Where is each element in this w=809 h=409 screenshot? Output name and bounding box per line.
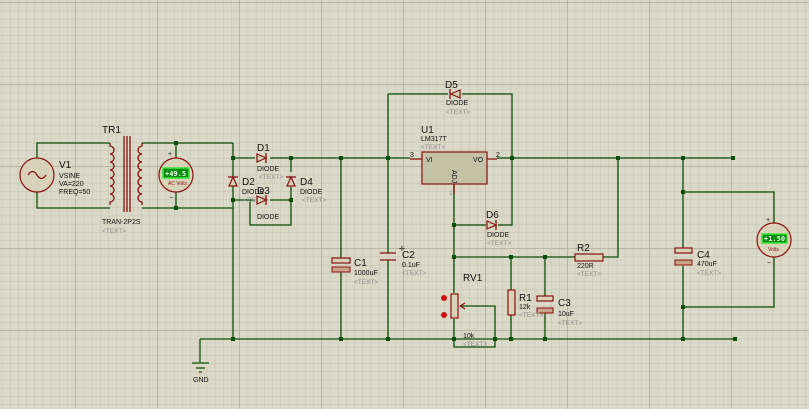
ref-label: D4 (300, 177, 313, 188)
ref-label: D6 (486, 210, 499, 221)
value-label: DIODE (487, 232, 510, 239)
text-placeholder: <TEXT> (402, 270, 426, 277)
text-placeholder: <TEXT> (463, 341, 487, 348)
value-label: DIODE (446, 100, 469, 107)
schematic-canvas[interactable]: V1 VSINE VA=220 FREQ=50 TR1 TRAN-2P2S <T… (0, 0, 809, 409)
plus-sign: + (766, 217, 770, 224)
pin-label: VO (473, 157, 484, 164)
text-placeholder: <TEXT> (102, 228, 126, 235)
pin-number: 2 (496, 152, 500, 159)
text-placeholder: <TEXT> (421, 144, 445, 151)
text-placeholder: <TEXT> (577, 271, 601, 278)
ref-label: RV1 (463, 273, 483, 284)
value-label: 0.1uF (402, 262, 420, 269)
pin-label: ADJ (450, 170, 457, 183)
increase-button[interactable] (441, 295, 447, 301)
minus-sign: − (767, 260, 771, 267)
decrease-button[interactable] (441, 312, 447, 318)
value-label: VA=220 (59, 181, 84, 188)
value-label: DIODE (300, 189, 323, 196)
plus-sign: + (168, 151, 172, 158)
meter-unit: AC Volts (168, 181, 188, 187)
ref-label: C2 (402, 250, 415, 261)
text-placeholder: <TEXT> (487, 240, 511, 247)
ref-label: C4 (697, 250, 710, 261)
text-placeholder: <TEXT> (302, 197, 326, 204)
text-placeholder: <TEXT> (697, 270, 721, 277)
ref-label: U1 (421, 125, 434, 136)
text-placeholder: <TEXT> (558, 320, 582, 327)
value-label: DIODE (257, 166, 280, 173)
value-label: TRAN-2P2S (102, 219, 141, 226)
text-placeholder: <TEXT> (354, 279, 378, 286)
ref-label: D1 (257, 143, 270, 154)
ref-label: D2 (242, 177, 255, 188)
value-label: LM317T (421, 136, 447, 143)
ref-label: R2 (577, 243, 590, 254)
value-label: 12k (519, 304, 531, 311)
text-placeholder: <TEXT> (259, 174, 283, 181)
value-label: FREQ=50 (59, 189, 90, 196)
meter-reading: +1.50 (764, 235, 785, 243)
grid-major (0, 0, 809, 409)
pin-number: 3 (410, 152, 414, 159)
meter-reading: +49.5 (165, 170, 186, 178)
ref-label: R1 (519, 293, 532, 304)
value-label: 470uF (697, 261, 717, 268)
ref-label: D3 (257, 186, 270, 197)
meter-unit: Volts (768, 247, 779, 253)
text-placeholder: <TEXT> (519, 312, 543, 319)
pin-label: VI (426, 157, 433, 164)
value-label: VSINE (59, 173, 80, 180)
ref-label: C3 (558, 298, 571, 309)
value-label: 1000uF (354, 270, 378, 277)
value-label: 10uF (558, 311, 574, 318)
ref-label: V1 (59, 160, 72, 171)
value-label: DIODE (257, 214, 280, 221)
ref-label: TR1 (102, 125, 121, 136)
ground-label: GND (193, 377, 209, 384)
minus-sign: − (169, 195, 173, 202)
ref-label: D5 (445, 80, 458, 91)
value-label: 220R (577, 263, 594, 270)
text-placeholder: <TEXT> (446, 109, 470, 116)
ref-label: C1 (354, 258, 367, 269)
value-label: 10k (463, 333, 475, 340)
pin-number: 1 (449, 190, 453, 197)
